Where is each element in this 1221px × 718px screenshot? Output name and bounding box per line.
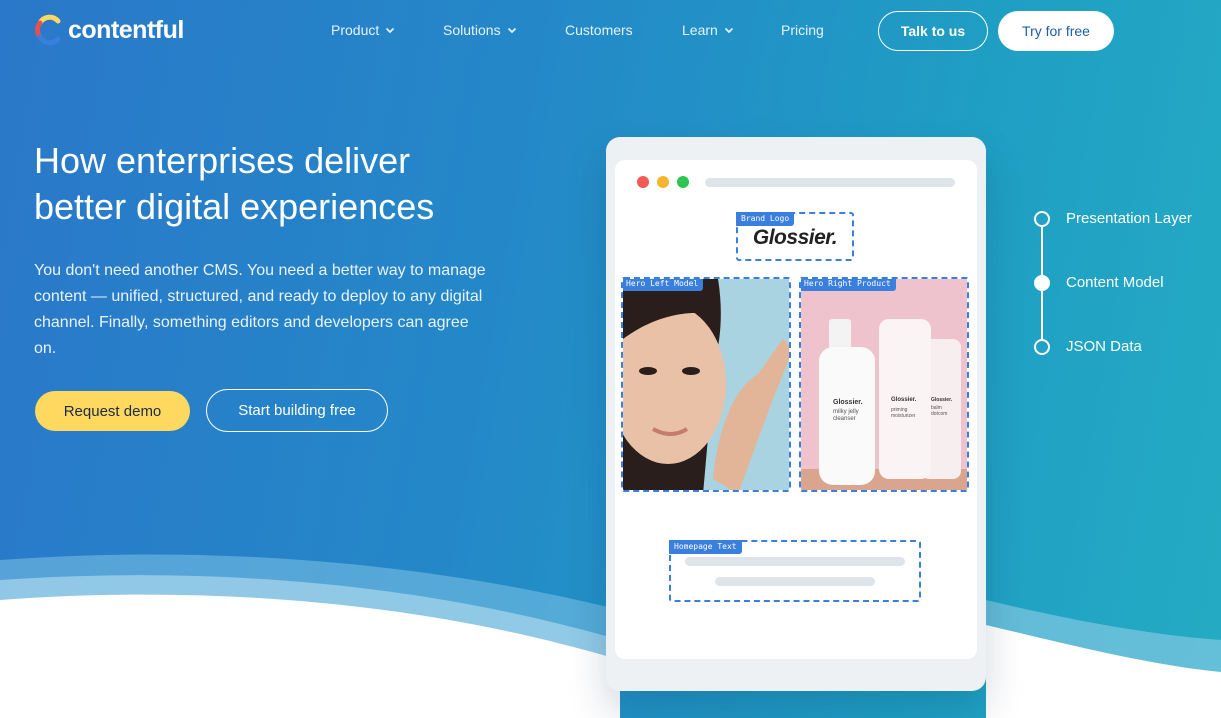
zone-tag: Hero Right Product bbox=[801, 279, 896, 291]
nav-item-label: Product bbox=[331, 22, 380, 38]
try-for-free-button[interactable]: Try for free bbox=[998, 11, 1114, 51]
contentful-logo-icon bbox=[35, 14, 61, 46]
hero-right-product-zone[interactable]: Hero Right Product Glossier. milky jelly… bbox=[799, 277, 969, 492]
glossier-logo: Glossier. bbox=[752, 226, 838, 249]
timeline-node-json[interactable] bbox=[1034, 339, 1050, 355]
bottle-1-label: milky jelly cleanser bbox=[833, 409, 859, 422]
chevron-down-icon bbox=[507, 27, 516, 34]
zone-tag: Brand Logo bbox=[736, 212, 795, 226]
window-maximize-dot bbox=[677, 176, 689, 188]
text-placeholder-line bbox=[715, 577, 875, 586]
timeline-label-presentation[interactable]: Presentation Layer bbox=[1066, 210, 1192, 227]
model-illustration bbox=[623, 279, 789, 490]
timeline-label-json[interactable]: JSON Data bbox=[1066, 338, 1142, 355]
nav-item-label: Learn bbox=[682, 22, 718, 38]
timeline-node-presentation[interactable] bbox=[1034, 211, 1050, 227]
bottle-3-brand: Glossier. bbox=[931, 397, 953, 403]
bottle-2-brand: Glossier. bbox=[891, 397, 917, 403]
hero-left-model-zone[interactable]: Hero Left Model bbox=[621, 277, 791, 492]
bottle-2-label: priming moisturizer bbox=[891, 407, 916, 419]
nav-item-label: Solutions bbox=[443, 22, 501, 38]
talk-to-us-button[interactable]: Talk to us bbox=[878, 11, 988, 51]
zone-tag: Hero Left Model bbox=[623, 279, 704, 291]
device-mockup: Brand Logo Glossier. Hero Left Model Her… bbox=[606, 137, 986, 691]
brand-name: contentful bbox=[68, 15, 184, 44]
nav-item-product[interactable]: Product bbox=[331, 22, 395, 38]
nav-item-label: Pricing bbox=[781, 22, 824, 38]
brand-logo[interactable]: contentful bbox=[34, 14, 184, 46]
mockup-screen: Brand Logo Glossier. Hero Left Model Her… bbox=[615, 160, 977, 659]
top-nav: contentful Product Solutions Customers L… bbox=[0, 0, 1221, 62]
product-photo bbox=[801, 279, 967, 490]
start-building-free-button[interactable]: Start building free bbox=[206, 389, 388, 432]
hero-title: How enterprises deliver better digital e… bbox=[34, 138, 554, 230]
model-photo bbox=[623, 279, 789, 490]
nav-item-pricing[interactable]: Pricing bbox=[781, 22, 824, 38]
chevron-down-icon bbox=[724, 27, 733, 34]
timeline-label-content-model[interactable]: Content Model bbox=[1066, 274, 1164, 291]
hero-title-line-2: better digital experiences bbox=[34, 186, 435, 227]
nav-item-customers[interactable]: Customers bbox=[565, 22, 633, 38]
product-illustration bbox=[801, 279, 967, 490]
url-bar bbox=[705, 178, 955, 187]
bottle-3-label: balm dotcom bbox=[931, 405, 948, 417]
chevron-down-icon bbox=[386, 27, 395, 34]
hero-subtitle: You don't need another CMS. You need a b… bbox=[34, 262, 486, 357]
request-demo-button[interactable]: Request demo bbox=[35, 391, 190, 431]
nav-item-learn[interactable]: Learn bbox=[682, 22, 734, 38]
bottle-1-brand: Glossier. bbox=[833, 399, 863, 406]
zone-tag: Homepage Text bbox=[669, 540, 742, 554]
brand-logo-zone[interactable]: Brand Logo Glossier. bbox=[736, 212, 854, 261]
homepage-text-zone[interactable]: Homepage Text bbox=[669, 540, 921, 602]
hero-title-line-1: How enterprises deliver bbox=[34, 140, 411, 181]
window-minimize-dot bbox=[657, 176, 669, 188]
timeline-node-content-model[interactable] bbox=[1034, 275, 1050, 291]
window-close-dot bbox=[637, 176, 649, 188]
nav-item-label: Customers bbox=[565, 22, 633, 38]
nav-item-solutions[interactable]: Solutions bbox=[443, 22, 517, 38]
text-placeholder-line bbox=[685, 557, 905, 566]
